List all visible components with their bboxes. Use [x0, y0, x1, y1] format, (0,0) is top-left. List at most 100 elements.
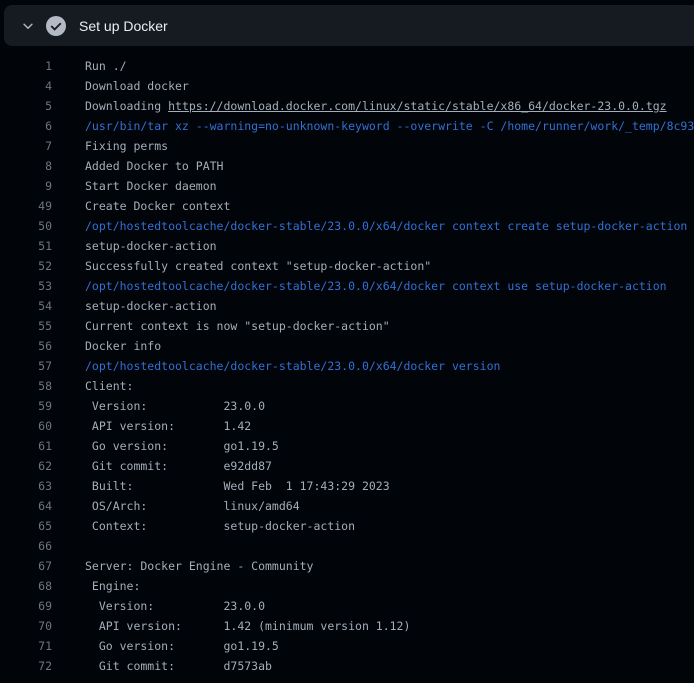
log-line: 68 Engine:	[0, 576, 694, 596]
group-title: Download docker	[85, 79, 189, 93]
command-text: /opt/hostedtoolcache/docker-stable/23.0.…	[85, 356, 694, 376]
log-text: OS/Arch: linux/amd64	[85, 496, 694, 516]
log-group-header[interactable]: ▸Start Docker daemon	[85, 176, 694, 196]
log-text: Go version: go1.19.5	[85, 436, 694, 456]
log-text: Downloading https://download.docker.com/…	[85, 96, 694, 116]
log-line: 62 Git commit: e92dd87	[0, 456, 694, 476]
log-text: Version: 23.0.0	[85, 596, 694, 616]
log-line: 7 Fixing perms	[0, 136, 694, 156]
log-line: 6/usr/bin/tar xz --warning=no-unknown-ke…	[0, 116, 694, 136]
command-text: /opt/hostedtoolcache/docker-stable/23.0.…	[85, 276, 694, 296]
command-text: /usr/bin/tar xz --warning=no-unknown-key…	[85, 116, 694, 136]
log-text: setup-docker-action	[85, 236, 694, 256]
line-number[interactable]: 69	[0, 596, 52, 616]
line-number[interactable]: 59	[0, 396, 52, 416]
line-number[interactable]: 70	[0, 616, 52, 636]
step-title: Set up Docker	[79, 18, 168, 34]
log-line: 66	[0, 536, 694, 556]
log-text: Git commit: e92dd87	[85, 456, 694, 476]
line-number[interactable]: 66	[0, 536, 52, 556]
log-group-header[interactable]: ▾Docker info	[85, 336, 694, 356]
line-number[interactable]: 72	[0, 656, 52, 676]
log-line: 70 API version: 1.42 (minimum version 1.…	[0, 616, 694, 636]
log-line: 60 API version: 1.42	[0, 416, 694, 436]
group-title: Run ./	[85, 59, 127, 73]
log-line: 49 ▾Create Docker context	[0, 196, 694, 216]
log-text: Git commit: d7573ab	[85, 656, 694, 676]
line-number[interactable]: 71	[0, 636, 52, 656]
log-line: 50/opt/hostedtoolcache/docker-stable/23.…	[0, 216, 694, 236]
log-line: 71 Go version: go1.19.5	[0, 636, 694, 656]
line-number[interactable]: 1	[0, 56, 52, 76]
line-number[interactable]: 7	[0, 136, 52, 156]
line-number[interactable]: 55	[0, 316, 52, 336]
log-line: 55 Current context is now "setup-docker-a…	[0, 316, 694, 336]
log-group-header[interactable]: ▸Run ./	[85, 56, 694, 76]
log-line: 61 Go version: go1.19.5	[0, 436, 694, 456]
log-line: 67 Server: Docker Engine - Community	[0, 556, 694, 576]
step-header[interactable]: Set up Docker	[4, 5, 694, 46]
log-line: 56 ▾Docker info	[0, 336, 694, 356]
line-number[interactable]: 64	[0, 496, 52, 516]
log-line: 52 Successfully created context "setup-do…	[0, 256, 694, 276]
line-number[interactable]: 50	[0, 216, 52, 236]
line-number[interactable]: 67	[0, 556, 52, 576]
check-circle-icon	[46, 16, 66, 36]
log-text: Current context is now "setup-docker-act…	[85, 316, 694, 336]
command-text: /opt/hostedtoolcache/docker-stable/23.0.…	[85, 216, 694, 236]
log-line: 63 Built: Wed Feb 1 17:43:29 2023	[0, 476, 694, 496]
line-number[interactable]: 51	[0, 236, 52, 256]
log-group-header[interactable]: ▾Create Docker context	[85, 196, 694, 216]
line-number[interactable]: 58	[0, 376, 52, 396]
log-lines: 1 ▸Run ./ 4 ▾Download docker 5 Downloading ht…	[0, 56, 694, 676]
group-title: Docker info	[85, 339, 161, 353]
line-number[interactable]: 54	[0, 296, 52, 316]
log-group-header[interactable]: ▾Download docker	[85, 76, 694, 96]
log-text: Added Docker to PATH	[85, 156, 694, 176]
log-text: Version: 23.0.0	[85, 396, 694, 416]
log-text: setup-docker-action	[85, 296, 694, 316]
line-number[interactable]: 4	[0, 76, 52, 96]
log-line: 69 Version: 23.0.0	[0, 596, 694, 616]
line-number[interactable]: 5	[0, 96, 52, 116]
line-number[interactable]: 53	[0, 276, 52, 296]
group-title: Start Docker daemon	[85, 179, 217, 193]
line-number[interactable]: 65	[0, 516, 52, 536]
log-line: 5 Downloading https://download.docker.com…	[0, 96, 694, 116]
line-number[interactable]: 49	[0, 196, 52, 216]
log-text: Server: Docker Engine - Community	[85, 556, 694, 576]
log-line: 59 Version: 23.0.0	[0, 396, 694, 416]
line-number[interactable]: 9	[0, 176, 52, 196]
chevron-down-icon[interactable]	[21, 19, 35, 33]
log-text: Go version: go1.19.5	[85, 636, 694, 656]
line-number[interactable]: 6	[0, 116, 52, 136]
line-number[interactable]: 60	[0, 416, 52, 436]
line-number[interactable]: 62	[0, 456, 52, 476]
log-text: Successfully created context "setup-dock…	[85, 256, 694, 276]
log-text: Context: setup-docker-action	[85, 516, 694, 536]
line-number[interactable]: 52	[0, 256, 52, 276]
log-line: 53/opt/hostedtoolcache/docker-stable/23.…	[0, 276, 694, 296]
log-text: Built: Wed Feb 1 17:43:29 2023	[85, 476, 694, 496]
download-url-link[interactable]: https://download.docker.com/linux/static…	[168, 99, 667, 113]
log-line: 1 ▸Run ./	[0, 56, 694, 76]
log-text: Client:	[85, 376, 694, 396]
log-line: 57/opt/hostedtoolcache/docker-stable/23.…	[0, 356, 694, 376]
log-line: 8 Added Docker to PATH	[0, 156, 694, 176]
log-text: Engine:	[85, 576, 694, 596]
log-line: 58 Client:	[0, 376, 694, 396]
line-number[interactable]: 68	[0, 576, 52, 596]
group-title: Create Docker context	[85, 199, 230, 213]
log-text	[85, 536, 694, 556]
line-number[interactable]: 8	[0, 156, 52, 176]
log-line: 4 ▾Download docker	[0, 76, 694, 96]
log-line: 9 ▸Start Docker daemon	[0, 176, 694, 196]
log-line: 64 OS/Arch: linux/amd64	[0, 496, 694, 516]
line-number[interactable]: 57	[0, 356, 52, 376]
line-number[interactable]: 56	[0, 336, 52, 356]
log-line: 65 Context: setup-docker-action	[0, 516, 694, 536]
log-text: Fixing perms	[85, 136, 694, 156]
line-number[interactable]: 61	[0, 436, 52, 456]
log-line: 72 Git commit: d7573ab	[0, 656, 694, 676]
line-number[interactable]: 63	[0, 476, 52, 496]
